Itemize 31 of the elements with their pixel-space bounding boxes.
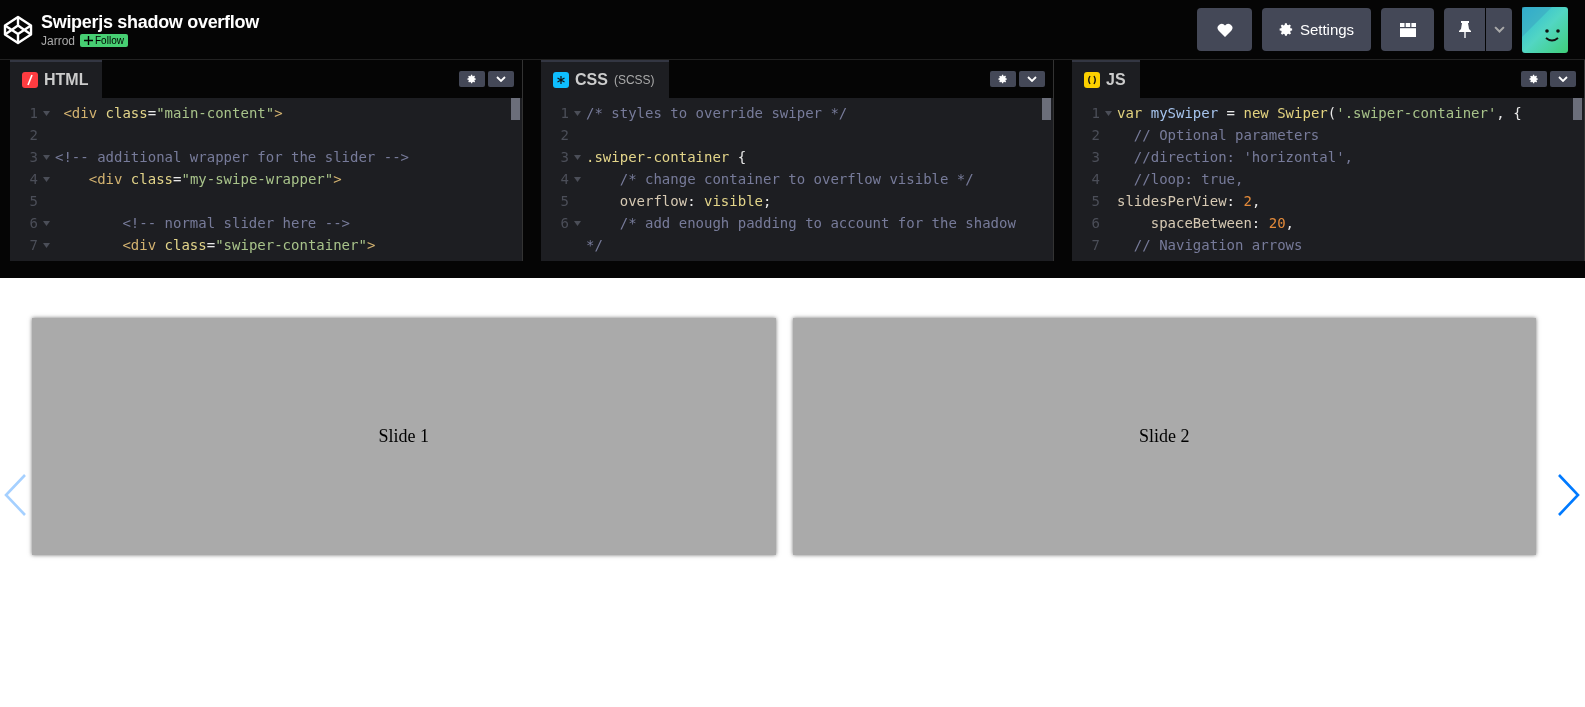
code-line: <div class="main-content"> <box>62 105 283 121</box>
code-line: .swiper-container { <box>586 149 747 165</box>
pen-title: Swiperjs shadow overflow <box>41 11 261 33</box>
editor-tab-label: JS <box>1106 71 1126 89</box>
code-line: /* add enough padding to account for the shadow <box>618 215 1016 231</box>
code-line: /* change container to overflow visible */ <box>618 171 974 187</box>
code-line: var mySwiper = new Swiper('.swiper-container', { <box>1117 105 1522 121</box>
editor-tab-label: CSS <box>575 71 608 89</box>
slide: Slide 2 <box>792 318 1536 555</box>
code-line: */ <box>586 237 603 253</box>
settings-button[interactable]: Settings <box>1262 8 1371 51</box>
code-line: slidesPerView: 2, <box>1117 193 1261 209</box>
code-line: overflow: visible; <box>618 193 772 209</box>
author-name[interactable]: Jarrod <box>41 33 75 48</box>
slide: Slide 1 <box>32 318 776 555</box>
editor-tab-label: HTML <box>44 71 89 89</box>
editor-tab[interactable]: CSS (SCSS) <box>541 60 669 98</box>
editor-tab[interactable]: JS <box>1072 60 1140 98</box>
code-line: //direction: 'horizontal', <box>1132 149 1353 165</box>
code-line: // Navigation arrows <box>1132 237 1303 253</box>
code-line: <div class="swiper-container"> <box>121 237 376 253</box>
code-line: <!-- additional wrapper for the slider --> <box>55 149 409 165</box>
code-line: spaceBetween: 20, <box>1149 215 1294 231</box>
follow-button[interactable]: Follow <box>80 34 128 47</box>
code-line: /* styles to override swiper */ <box>586 105 848 121</box>
code-line: //loop: true, <box>1132 171 1244 187</box>
code-line: // Optional parameters <box>1132 127 1320 143</box>
preprocessor-label: (SCSS) <box>613 73 655 87</box>
editor-tab[interactable]: HTML <box>10 60 103 98</box>
code-line: <!-- normal slider here --> <box>121 215 350 231</box>
code-line: <div class="my-swipe-wrapper"> <box>87 171 342 187</box>
